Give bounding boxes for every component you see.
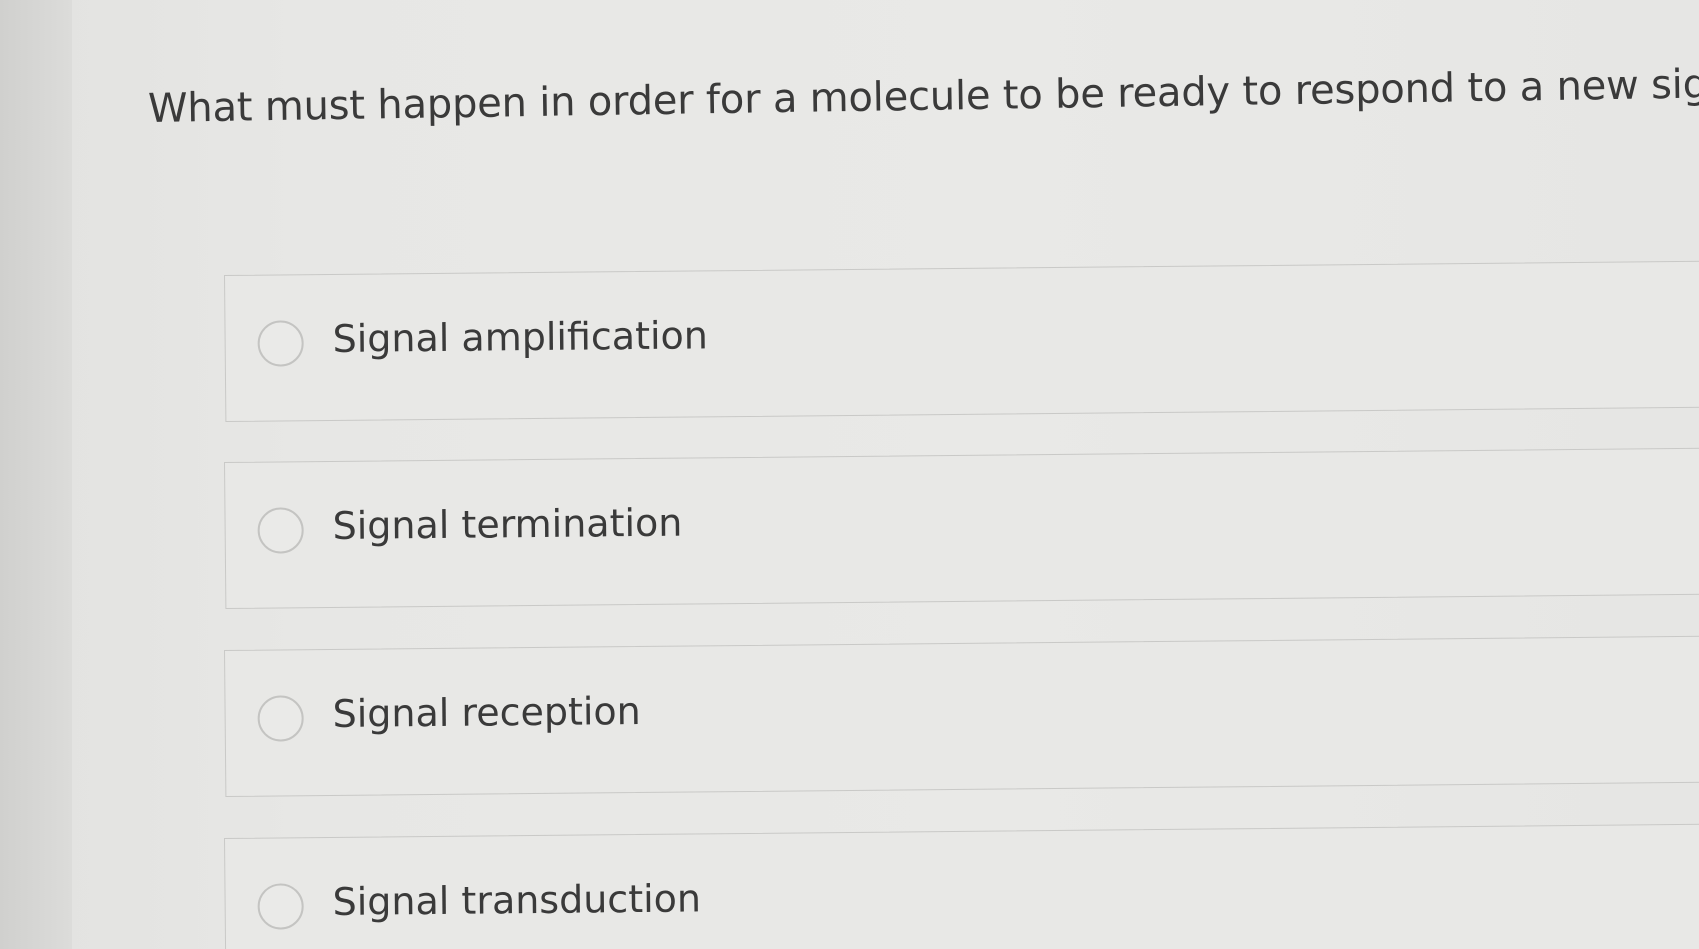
answer-options: Signal amplification Signal termination … — [0, 0, 1699, 949]
option-label: Signal termination — [332, 500, 683, 548]
option-signal-reception[interactable]: Signal reception — [224, 635, 1699, 797]
option-label: Signal reception — [332, 689, 641, 736]
option-signal-transduction[interactable]: Signal transduction — [224, 823, 1699, 949]
radio-button[interactable] — [257, 883, 304, 930]
radio-button[interactable] — [257, 507, 304, 554]
quiz-screen: What must happen in order for a molecule… — [0, 0, 1699, 949]
option-signal-termination[interactable]: Signal termination — [224, 447, 1699, 609]
option-signal-amplification[interactable]: Signal amplification — [224, 260, 1699, 422]
option-label: Signal transduction — [332, 876, 702, 924]
option-label: Signal amplification — [332, 313, 709, 361]
radio-button[interactable] — [257, 695, 304, 742]
radio-button[interactable] — [257, 320, 304, 367]
